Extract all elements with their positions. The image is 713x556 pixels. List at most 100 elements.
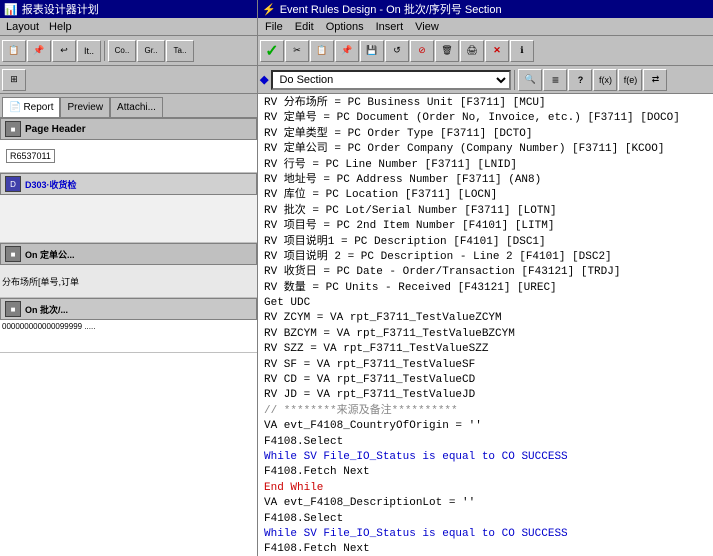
right-panel: ⚡ Event Rules Design - On 批次/序列号 Section… [258, 0, 713, 556]
on-pici-section: ■ On 批次/... 000000000000099999 ..... [0, 298, 257, 353]
sep2 [514, 70, 515, 90]
scissors-btn[interactable]: ✂ [285, 40, 309, 62]
co-btn[interactable]: Co.. [108, 40, 136, 62]
separator1 [104, 41, 105, 61]
menu-insert[interactable]: Insert [371, 20, 409, 34]
f1-btn[interactable]: f(x) [593, 69, 617, 91]
diamond-icon: ◆ [260, 73, 268, 86]
save-btn[interactable]: 💾 [360, 40, 384, 62]
code-line: RV JD = VA rpt_F3711_TestValueJD [262, 388, 709, 403]
d303-icon: D [5, 176, 21, 192]
menu-file[interactable]: File [260, 20, 288, 34]
section-selector[interactable]: Do Section [271, 70, 511, 90]
code-line: RV 定单公司 = PC Order Company (Company Numb… [262, 142, 709, 157]
question-btn[interactable]: ? [568, 69, 592, 91]
code-line: RV 项目说明 2 = PC Description - Line 2 [F41… [262, 250, 709, 265]
on-dingdan-bar: ■ On 定单公... [0, 243, 257, 265]
code-line: RV 项目号 = PC 2nd Item Number [F4101] [LIT… [262, 219, 709, 234]
code-line: While SV File_IO_Status is equal to CO S… [262, 450, 709, 465]
right-title-icon: ⚡ [262, 3, 276, 16]
code-line: F4108.Select [262, 435, 709, 450]
code-line: RV SF = VA rpt_F3711_TestValueSF [262, 358, 709, 373]
report-tabs: 📄 Report Preview Attachi... [0, 94, 257, 118]
code-line: RV 定单类型 = PC Order Type [F3711] [DCTO] [262, 127, 709, 142]
on-dingdan-section: ■ On 定单公... 分布场所[单号,订单 [0, 243, 257, 298]
left-title-text: 报表设计器计划 [22, 1, 99, 17]
tab-preview-label: Preview [67, 102, 103, 113]
page-header-label: Page Header [25, 124, 86, 135]
menu-options[interactable]: Options [321, 20, 369, 34]
code-line: While SV File_IO_Status is equal to CO S… [262, 527, 709, 542]
equals-btn[interactable]: ≡ [543, 69, 567, 91]
tab-preview[interactable]: Preview [60, 97, 110, 117]
tab-report[interactable]: 📄 Report [2, 97, 60, 117]
on-dingdan-label: On 定单公... [25, 248, 75, 261]
left-toolbar: 📋 📌 ↩ It.. Co.. Gr.. Ta.. [0, 36, 257, 66]
code-line: Get UDC [262, 296, 709, 311]
code-line: RV BZCYM = VA rpt_F3711_TestValueBZCYM [262, 327, 709, 342]
extra-btn[interactable]: ⊞ [2, 69, 26, 91]
code-line: // ********来源及备注********** [262, 404, 709, 419]
left-content: ■ Page Header R6537011 D D303·收货检 ■ On 定… [0, 118, 257, 556]
info-btn[interactable]: ℹ [510, 40, 534, 62]
code-line: End While [262, 481, 709, 496]
undo-btn[interactable]: ↩ [52, 40, 76, 62]
d303-label: D303·收货检 [25, 178, 77, 191]
gr-btn[interactable]: Gr.. [137, 40, 165, 62]
code-line: VA evt_F4108_DescriptionLot = '' [262, 496, 709, 511]
right-toolbar: ✓ ✂ 📋 📌 💾 ↺ ⊘ 🗑 🖨 ✕ ℹ [258, 36, 713, 66]
code-line: RV CD = VA rpt_F3711_TestValueCD [262, 373, 709, 388]
code-area[interactable]: RV 分布场所 = PC Business Unit [F3711] [MCU]… [258, 94, 713, 556]
on-pici-label: On 批次/... [25, 303, 68, 316]
left-panel: 📊 报表设计器计划 Layout Help 📋 📌 ↩ It.. Co.. Gr… [0, 0, 258, 556]
tab-attach-label: Attachi... [117, 102, 156, 113]
copy-btn[interactable]: 📋 [2, 40, 26, 62]
code-line: RV 收货日 = PC Date - Order/Transaction [F4… [262, 265, 709, 280]
left-toolbar2: ⊞ [0, 66, 257, 94]
stop-btn[interactable]: ⊘ [410, 40, 434, 62]
code-line: RV 行号 = PC Line Number [F3711] [LNID] [262, 158, 709, 173]
left-menubar: Layout Help [0, 18, 257, 36]
left-titlebar: 📊 报表设计器计划 [0, 0, 257, 18]
code-line: RV 数量 = PC Units - Received [F43121] [UR… [262, 281, 709, 296]
code-line: RV 定单号 = PC Document (Order No, Invoice,… [262, 111, 709, 126]
check-btn[interactable]: ✓ [260, 40, 284, 62]
menu-help[interactable]: Help [45, 20, 76, 34]
code-line: RV 批次 = PC Lot/Serial Number [F3711] [LO… [262, 204, 709, 219]
refresh-btn[interactable]: ↺ [385, 40, 409, 62]
right-copy-btn[interactable]: 📋 [310, 40, 334, 62]
right-titlebar: ⚡ Event Rules Design - On 批次/序列号 Section [258, 0, 713, 18]
right-paste-btn[interactable]: 📌 [335, 40, 359, 62]
d303-content [0, 195, 257, 243]
right-menubar: File Edit Options Insert View [258, 18, 713, 36]
f2-btn[interactable]: f(e) [618, 69, 642, 91]
search-btn[interactable]: 🔍 [518, 69, 542, 91]
page-header-section: ■ Page Header R6537011 [0, 118, 257, 173]
on-dingdan-icon: ■ [5, 246, 21, 262]
code-line: F4108.Select [262, 512, 709, 527]
code-line: RV SZZ = VA rpt_F3711_TestValueSZZ [262, 342, 709, 357]
trash-btn[interactable]: 🗑 [435, 40, 459, 62]
on-pici-icon: ■ [5, 301, 21, 317]
tab-report-label: Report [23, 102, 53, 113]
x-btn[interactable]: ✕ [485, 40, 509, 62]
paste-btn[interactable]: 📌 [27, 40, 51, 62]
print-btn[interactable]: 🖨 [460, 40, 484, 62]
on-dingdan-content: 分布场所[单号,订单 [0, 265, 257, 298]
ta-btn[interactable]: Ta.. [166, 40, 194, 62]
code-line: RV ZCYM = VA rpt_F3711_TestValueZCYM [262, 311, 709, 326]
menu-view[interactable]: View [410, 20, 444, 34]
it-btn[interactable]: It.. [77, 40, 101, 62]
left-title-icon: 📊 [4, 3, 18, 16]
on-pici-content: 000000000000099999 ..... [0, 320, 257, 353]
menu-layout[interactable]: Layout [2, 20, 43, 34]
arrows-btn[interactable]: ⇄ [643, 69, 667, 91]
right-title-text: Event Rules Design - On 批次/序列号 Section [280, 1, 502, 17]
page-header-icon: ■ [5, 121, 21, 137]
on-pici-text: 000000000000099999 ..... [2, 322, 95, 331]
tab-attach[interactable]: Attachi... [110, 97, 163, 117]
menu-edit[interactable]: Edit [290, 20, 319, 34]
d303-bar: D D303·收货检 [0, 173, 257, 195]
on-pici-bar: ■ On 批次/... [0, 298, 257, 320]
code-line: RV 项目说明1 = PC Description [F4101] [DSC1] [262, 235, 709, 250]
